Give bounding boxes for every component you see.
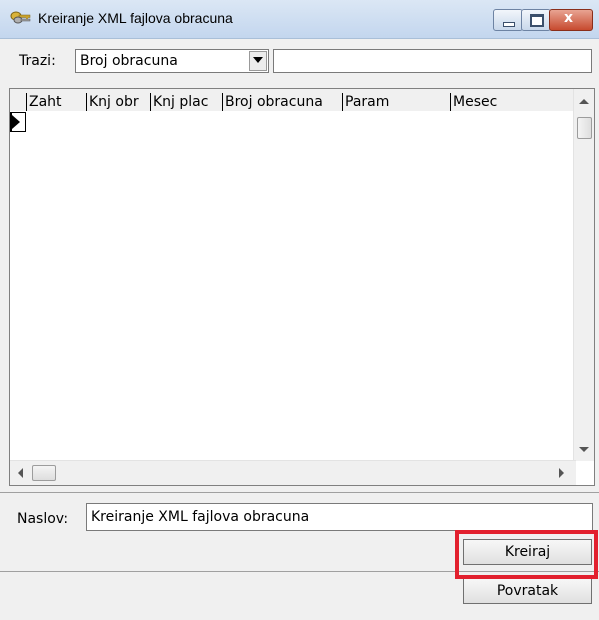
column-header-knj-obr[interactable]: Knj obr xyxy=(86,93,150,111)
close-icon: x xyxy=(564,10,574,26)
naslov-input[interactable]: Kreiranje XML fajlova obracuna xyxy=(86,503,593,531)
chevron-down-icon xyxy=(253,57,263,63)
minimize-button[interactable] xyxy=(493,9,523,31)
scroll-down-icon[interactable] xyxy=(579,447,589,452)
search-field-value: Broj obracuna xyxy=(80,53,178,69)
divider xyxy=(0,492,599,493)
search-row: Trazi: Broj obracuna xyxy=(0,39,599,83)
app-window: Kreiranje XML fajlova obracuna x Trazi: … xyxy=(0,0,599,620)
close-button[interactable]: x xyxy=(549,9,593,31)
vertical-scrollbar[interactable] xyxy=(573,89,594,461)
dropdown-button[interactable] xyxy=(249,51,267,71)
column-header-zaht[interactable]: Zaht xyxy=(26,93,78,111)
title-bar[interactable]: Kreiranje XML fajlova obracuna x xyxy=(0,0,599,39)
scroll-left-icon[interactable] xyxy=(18,468,23,478)
window-title: Kreiranje XML fajlova obracuna xyxy=(38,10,233,26)
scroll-right-icon[interactable] xyxy=(559,468,564,478)
naslov-value: Kreiranje XML fajlova obracuna xyxy=(91,509,310,525)
column-header-broj-obracuna[interactable]: Broj obracuna xyxy=(222,93,342,111)
horizontal-scrollbar[interactable] xyxy=(10,460,576,485)
maximize-icon xyxy=(530,14,544,27)
minimize-icon xyxy=(503,22,515,27)
search-label: Trazi: xyxy=(19,53,56,69)
scroll-up-icon[interactable] xyxy=(579,99,589,104)
search-field-select[interactable]: Broj obracuna xyxy=(75,49,269,73)
horizontal-scroll-thumb[interactable] xyxy=(32,465,56,481)
povratak-button[interactable]: Povratak xyxy=(463,578,592,604)
search-input[interactable] xyxy=(273,49,592,73)
naslov-label: Naslov: xyxy=(17,511,69,527)
grid-header: Zaht Knj obr Knj plac Broj obracuna Para… xyxy=(10,89,576,111)
data-grid[interactable]: Zaht Knj obr Knj plac Broj obracuna Para… xyxy=(9,88,595,486)
highlight-box xyxy=(455,530,598,579)
column-header-mesec[interactable]: Mesec xyxy=(450,93,570,111)
keys-icon xyxy=(10,11,31,24)
column-header-knj-plac[interactable]: Knj plac xyxy=(150,93,222,111)
vertical-scroll-thumb[interactable] xyxy=(577,117,592,139)
row-pointer-icon xyxy=(12,115,20,129)
column-header-param[interactable]: Param xyxy=(342,93,450,111)
maximize-button[interactable] xyxy=(521,9,551,31)
